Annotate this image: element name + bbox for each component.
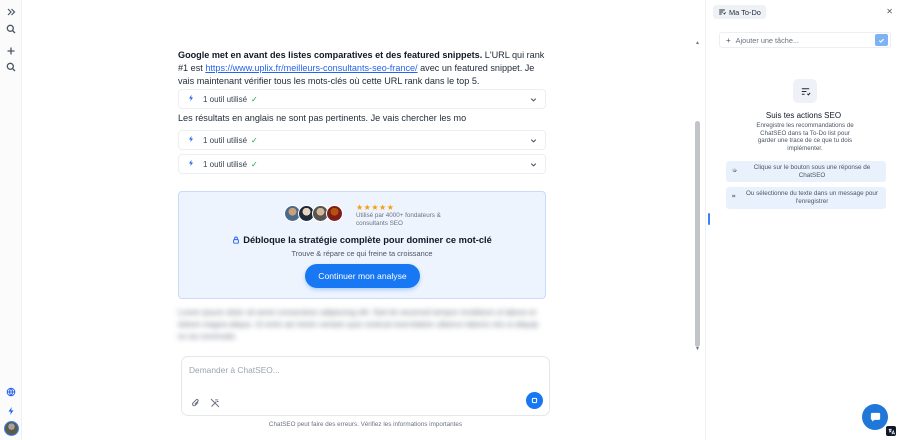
scrollbar-thumb[interactable] — [695, 121, 700, 347]
translate-icon[interactable] — [886, 426, 896, 436]
check-icon — [879, 38, 885, 43]
empty-state-title: Suis tes actions SEO — [765, 111, 842, 120]
chat-input[interactable]: Demander à ChatSEO... — [189, 365, 280, 375]
chat-area: Google met en avant des listes comparati… — [22, 0, 705, 440]
bolt-icon — [187, 135, 197, 145]
tool-usage-label: 1 outil utilisé — [203, 159, 248, 169]
check-icon: ✓ — [251, 135, 258, 145]
paperclip-icon[interactable] — [191, 398, 201, 408]
chat-bubble-icon — [870, 412, 880, 422]
add-task-button[interactable] — [875, 34, 888, 46]
user-avatars — [284, 205, 343, 222]
bolt-icon — [187, 159, 197, 169]
panel-resize-handle[interactable] — [708, 213, 710, 225]
disclaimer-text: ChatSEO peut faire des erreurs. Vérifiez… — [268, 421, 463, 428]
check-icon: ✓ — [251, 159, 258, 169]
magic-wand-icon[interactable] — [210, 398, 220, 408]
text-select-icon: ⌗ — [732, 194, 736, 201]
stop-icon — [531, 397, 538, 404]
chevron-down-icon — [530, 98, 537, 102]
continue-analysis-button[interactable]: Continuer mon analyse — [305, 264, 420, 288]
new-chat-plus-icon[interactable] — [4, 44, 18, 58]
scroll-up-arrow-icon[interactable]: ▲ — [695, 40, 700, 46]
search-chats-icon[interactable] — [4, 60, 18, 74]
promo-title: Débloque la stratégie complète pour domi… — [179, 235, 545, 245]
avatar — [326, 205, 343, 222]
bolt-icon — [187, 94, 197, 104]
tool-usage-collapsible[interactable]: 1 outil utilisé ✓ — [178, 130, 546, 150]
add-task-placeholder: Ajouter une tâche... — [735, 35, 799, 45]
social-proof-text: Utilisé par 4000+ fondateurs & consultan… — [356, 212, 441, 227]
todo-panel: Ma To-Do ✕ + Ajouter une tâche... Suis t… — [705, 0, 900, 440]
tool-usage-label: 1 outil utilisé — [203, 135, 248, 145]
close-icon[interactable]: ✕ — [886, 7, 893, 16]
cursor-icon: ➭ — [732, 167, 738, 174]
tool-usage-label: 1 outil utilisé — [203, 94, 248, 104]
expand-sidebar-icon[interactable] — [4, 5, 18, 19]
scroll-down-arrow-icon[interactable]: ▼ — [695, 346, 700, 352]
chevron-down-icon — [530, 139, 537, 143]
lock-icon — [233, 236, 240, 244]
todo-list-icon — [793, 79, 817, 103]
support-chat-button[interactable] — [862, 404, 888, 430]
message-link[interactable]: https://www.uplix.fr/meilleurs-consultan… — [205, 63, 417, 73]
assistant-message-2: Les résultats en anglais ne sont pas per… — [178, 113, 467, 123]
plus-icon: + — [726, 35, 731, 45]
promo-title-text: Débloque la stratégie complète pour domi… — [243, 235, 492, 245]
hint-card: ⌗ Ou sélectionne du texte dans un messag… — [726, 187, 886, 209]
left-rail — [0, 0, 22, 440]
message-bold-text: Google met en avant des listes comparati… — [178, 50, 483, 60]
upgrade-promo-card: ★★★★★ Utilisé par 4000+ fondateurs & con… — [178, 191, 546, 299]
hint-text: Ou sélectionne du texte dans un message … — [746, 190, 878, 205]
chat-scrollbar[interactable]: ▲ ▼ — [695, 40, 700, 352]
rating-stars: ★★★★★ — [356, 203, 395, 212]
blurred-locked-content: Lorem ipsum dolor sit amet consectetur a… — [178, 308, 539, 341]
promo-subtitle: Trouve & répare ce qui freine ta croissa… — [291, 249, 433, 258]
add-task-input[interactable]: + Ajouter une tâche... — [719, 32, 891, 48]
tool-usage-collapsible[interactable]: 1 outil utilisé ✓ — [178, 154, 546, 174]
tool-usage-collapsible[interactable]: 1 outil utilisé ✓ — [178, 89, 546, 109]
check-icon: ✓ — [251, 94, 258, 104]
assistant-message: Google met en avant des listes comparati… — [178, 49, 546, 88]
user-avatar[interactable] — [4, 421, 19, 436]
hint-text: Clique sur le bouton sous une réponse de… — [753, 163, 871, 179]
todo-tab[interactable]: Ma To-Do — [713, 5, 766, 19]
empty-state-description: Enregistre les recommandations de ChatSE… — [756, 122, 854, 152]
chat-composer[interactable]: Demander à ChatSEO... — [181, 356, 550, 416]
search-icon[interactable] — [4, 22, 18, 36]
stop-generation-button[interactable] — [526, 392, 543, 409]
chevron-down-icon — [530, 163, 537, 167]
globe-icon[interactable] — [4, 385, 18, 399]
hint-card: ➭ Clique sur le bouton sous une réponse … — [726, 161, 886, 182]
todo-tab-label: Ma To-Do — [729, 7, 761, 17]
list-icon — [719, 9, 726, 15]
bolt-icon[interactable] — [4, 404, 18, 418]
